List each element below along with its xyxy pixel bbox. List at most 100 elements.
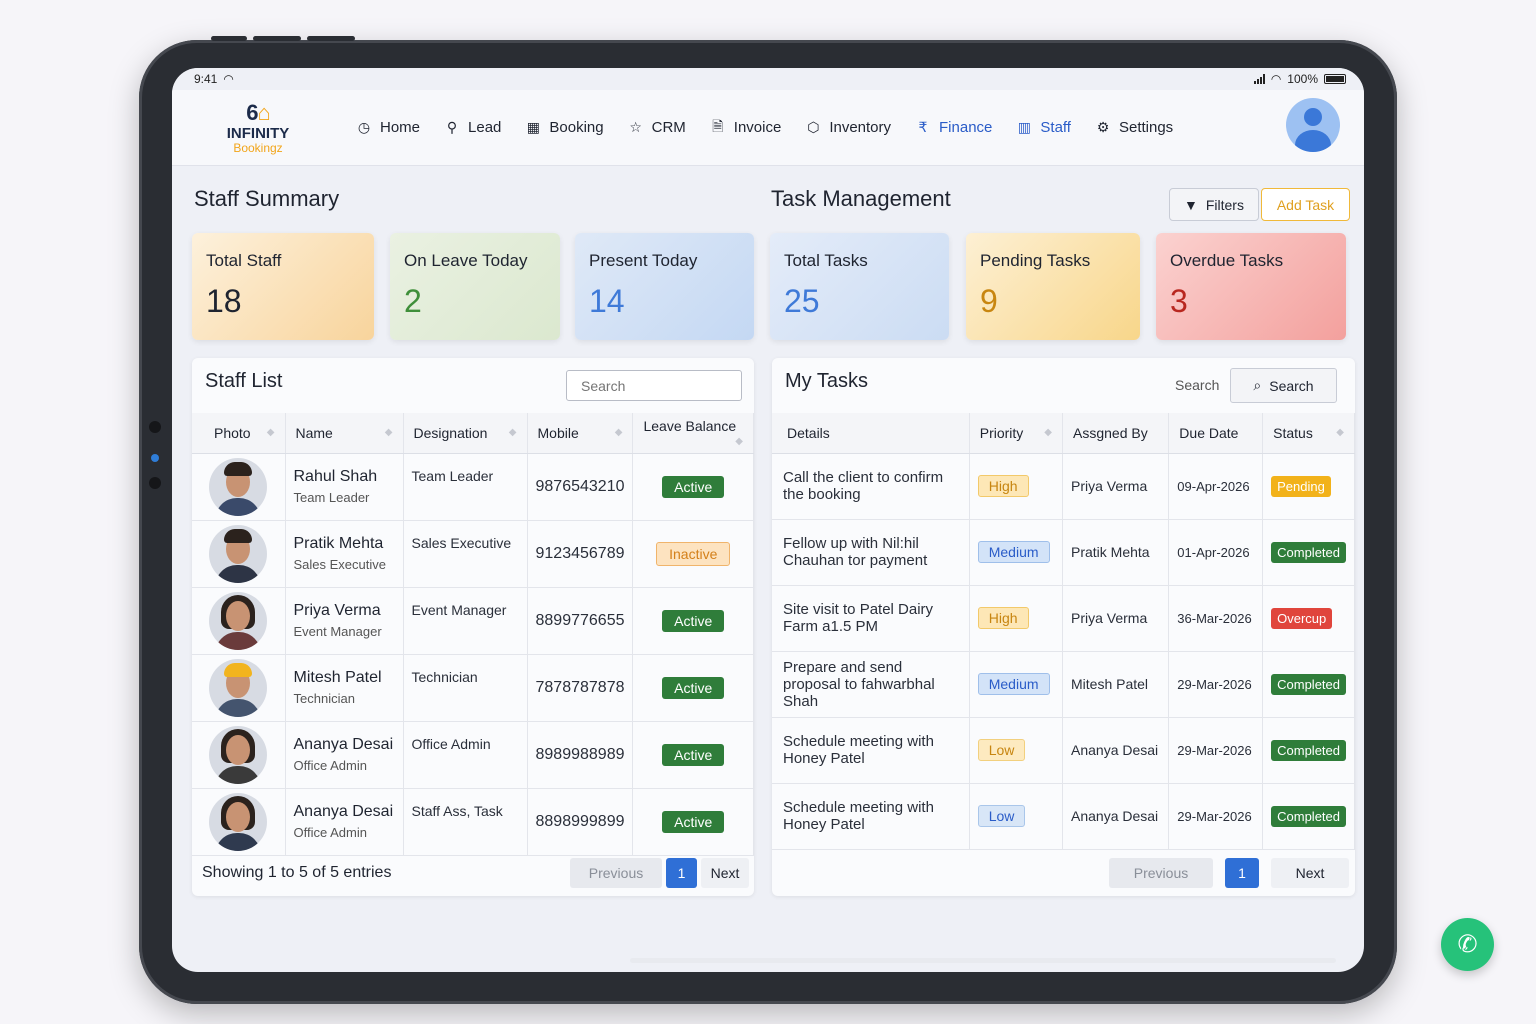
- sort-icon: ◆: [1336, 426, 1344, 438]
- staff-photo: [209, 725, 268, 784]
- battery-percent: 100%: [1287, 72, 1318, 86]
- nav-staff[interactable]: ▥ Staff: [1004, 108, 1083, 148]
- nav-crm[interactable]: ☆ CRM: [616, 108, 698, 148]
- nav-home[interactable]: ◷ Home: [344, 108, 432, 148]
- nav-lead[interactable]: ⚲ Lead: [432, 108, 513, 148]
- priority-cell: Medium: [969, 519, 1064, 586]
- photo-cell: [192, 587, 286, 655]
- column-header-mobile[interactable]: Mobile ◆: [527, 413, 634, 454]
- filters-label: Filters: [1205, 196, 1244, 213]
- staff-search-input[interactable]: [566, 370, 742, 401]
- table-row[interactable]: Schedule meeting with Honey Patel Low An…: [772, 783, 1355, 850]
- previous-button[interactable]: Previous: [1109, 858, 1213, 888]
- nav-inventory[interactable]: ⬡ Inventory: [793, 108, 903, 148]
- column-header-assigned-by[interactable]: Assgned By: [1062, 413, 1170, 454]
- nav-invoice[interactable]: 🗎 Invoice: [698, 108, 794, 148]
- nav-settings[interactable]: ⚙ Settings: [1083, 108, 1185, 148]
- nav-label: Finance: [939, 119, 993, 136]
- column-header-leave-balance[interactable]: Leave Balance ◆: [632, 413, 754, 454]
- table-row[interactable]: Fellow up with Nil:hil Chauhan tor payme…: [772, 519, 1355, 586]
- camera-dot: [149, 421, 161, 433]
- designation-cell: Event Manager: [403, 587, 528, 655]
- table-row[interactable]: Rahul Shah Team Leader Team Leader 987654…: [192, 453, 754, 521]
- card-value: 9: [980, 283, 998, 319]
- due-date-cell: 29-Mar-2026: [1168, 783, 1264, 850]
- task-details: Schedule meeting with Honey Patel: [772, 717, 970, 784]
- nav-label: Home: [380, 119, 421, 136]
- staff-name: Rahul Shah: [293, 468, 378, 485]
- photo-cell: [192, 520, 286, 588]
- sort-icon: ◆: [735, 436, 743, 448]
- mobile-cell: 8989988989: [527, 721, 634, 789]
- leave-balance-cell: Active: [632, 721, 754, 789]
- logo[interactable]: 6⌂ INFINITY Bookingz: [198, 99, 318, 154]
- add-task-button[interactable]: Add Task: [1261, 188, 1350, 221]
- priority-cell: Medium: [969, 651, 1064, 718]
- calendar-icon: ▦: [526, 119, 540, 135]
- task-details: Call the client to confirm the booking: [772, 453, 970, 520]
- column-header-due-date[interactable]: Due Date: [1168, 413, 1264, 454]
- signal-icon: [1253, 74, 1265, 84]
- assigned-by-cell: Ananya Desai: [1062, 717, 1170, 784]
- present-today-card: Present Today 14: [575, 233, 754, 340]
- name-cell: Ananya Desai Office Admin: [285, 721, 404, 789]
- page-1-button[interactable]: 1: [1225, 858, 1259, 888]
- next-button[interactable]: Next: [1271, 858, 1349, 888]
- assigned-by-cell: Priya Verma: [1062, 585, 1170, 652]
- priority-badge: Medium: [977, 541, 1050, 563]
- next-button[interactable]: Next: [701, 858, 749, 888]
- home-indicator: [630, 958, 1336, 963]
- logo-mark: 6⌂: [246, 99, 271, 125]
- page-1-button[interactable]: 1: [666, 858, 697, 888]
- photo-cell: [192, 721, 286, 789]
- table-row[interactable]: Ananya Desai Office Admin Office Admin 89…: [192, 721, 754, 789]
- due-date-cell: 01-Apr-2026: [1168, 519, 1264, 586]
- nav-label: CRM: [651, 119, 686, 136]
- total-tasks-card: Total Tasks 25: [770, 233, 949, 340]
- search-label: Search: [1175, 377, 1220, 393]
- task-details: Schedule meeting with Honey Patel: [772, 783, 970, 850]
- overdue-tasks-card: Overdue Tasks 3: [1156, 233, 1346, 340]
- designation-cell: Staff Ass, Task: [403, 788, 528, 856]
- table-row[interactable]: Site visit to Patel Dairy Farm a1.5 PM H…: [772, 585, 1355, 652]
- card-label: Present Today: [589, 251, 698, 270]
- nav-label: Lead: [468, 119, 502, 136]
- staff-name: Mitesh Patel: [293, 669, 382, 686]
- table-row[interactable]: Schedule meeting with Honey Patel Low An…: [772, 717, 1355, 784]
- mobile-cell: 9123456789: [527, 520, 634, 588]
- table-row[interactable]: Ananya Desai Office Admin Staff Ass, Task…: [192, 788, 754, 856]
- column-header-status[interactable]: Status ◆: [1262, 413, 1355, 454]
- sort-icon: ◆: [1044, 426, 1052, 438]
- clock: 9:41: [194, 72, 218, 86]
- nav-booking[interactable]: ▦ Booking: [513, 108, 615, 148]
- column-header-priority[interactable]: Priority ◆: [969, 413, 1064, 454]
- column-header-photo[interactable]: Photo ◆: [192, 413, 286, 454]
- on-leave-card: On Leave Today 2: [390, 233, 560, 340]
- previous-button[interactable]: Previous: [570, 858, 662, 888]
- status-badge: Completed: [1271, 541, 1346, 563]
- designation-cell: Team Leader: [403, 453, 528, 521]
- assigned-by-cell: Priya Verma: [1062, 453, 1170, 520]
- box-icon: ⬡: [807, 119, 820, 135]
- leave-balance-cell: Active: [632, 587, 754, 655]
- search-button-label: Search: [1269, 377, 1314, 394]
- main-nav: ◷ Home ⚲ Lead ▦ Booking ☆ CRM 🗎 Invoice ⬡ Inve…: [344, 108, 1185, 148]
- table-row[interactable]: Mitesh Patel Technician Technician 787878…: [192, 654, 754, 722]
- column-header-details[interactable]: Details: [772, 413, 970, 454]
- name-cell: Mitesh Patel Technician: [285, 654, 404, 722]
- priority-badge: High: [977, 475, 1029, 497]
- nav-finance[interactable]: ₹ Finance: [903, 108, 1004, 148]
- column-header-name[interactable]: Name ◆: [285, 413, 404, 454]
- column-header-designation[interactable]: Designation ◆: [403, 413, 528, 454]
- photo-cell: [192, 788, 286, 856]
- table-row[interactable]: Priya Verma Event Manager Event Manager 8…: [192, 587, 754, 655]
- user-avatar[interactable]: [1286, 98, 1340, 152]
- name-cell: Pratik Mehta Sales Executive: [285, 520, 404, 588]
- table-row[interactable]: Call the client to confirm the booking H…: [772, 453, 1355, 520]
- whatsapp-button[interactable]: ✆: [1441, 918, 1494, 971]
- table-row[interactable]: Prepare and send proposal to fahwarbhal …: [772, 651, 1355, 718]
- filters-button[interactable]: ▼ Filters: [1169, 188, 1259, 221]
- search-button[interactable]: ⌕ Search: [1230, 368, 1337, 403]
- table-row[interactable]: Pratik Mehta Sales Executive Sales Execut…: [192, 520, 754, 588]
- status-cell: Completed: [1262, 519, 1355, 586]
